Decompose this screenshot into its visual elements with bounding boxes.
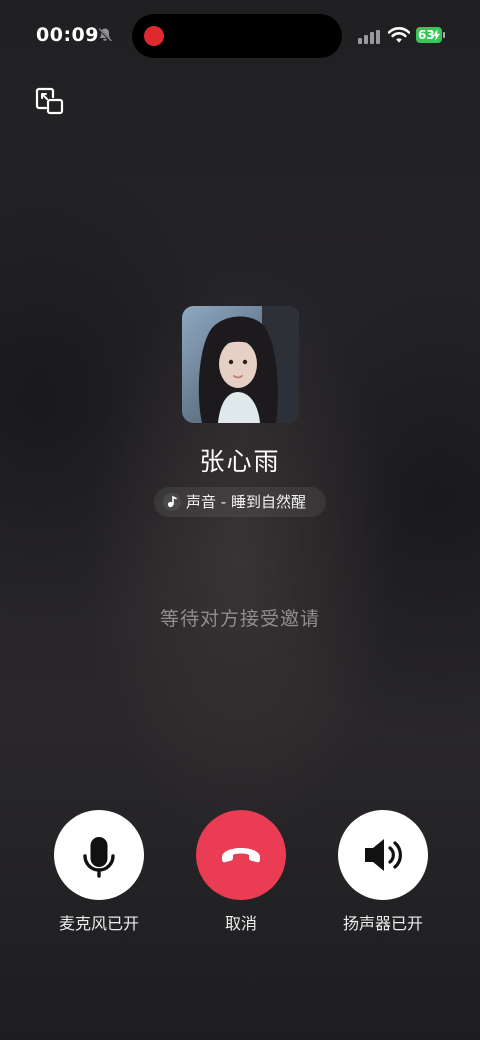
wifi-icon: [388, 27, 410, 43]
speaker-icon: [365, 839, 402, 871]
charging-bolt-icon: [433, 29, 440, 41]
avatar-photo: [182, 306, 299, 423]
microphone-button[interactable]: [54, 810, 144, 900]
bell-muted-icon: [98, 28, 112, 42]
status-bar: 00:09 63: [0, 0, 480, 72]
microphone-label: 麦克风已开: [58, 914, 139, 933]
phone-hangup-icon: [222, 848, 260, 863]
contact-name: 张心雨: [199, 447, 281, 476]
minimize-window-icon[interactable]: [34, 86, 66, 118]
battery-level: 63: [418, 28, 435, 42]
dynamic-island: [132, 14, 342, 58]
speaker-button[interactable]: [338, 810, 428, 900]
status-time: 00:09: [36, 24, 99, 46]
music-note-icon: [163, 493, 181, 511]
battery-indicator: 63: [416, 27, 442, 43]
microphone-icon: [83, 837, 115, 878]
recording-indicator: [144, 26, 164, 46]
speaker-label: 扬声器已开: [342, 914, 423, 933]
cancel-call-label: 取消: [224, 914, 257, 933]
contact-avatar: [182, 306, 299, 423]
music-status-pill[interactable]: 声音 - 睡到自然醒: [154, 487, 326, 517]
battery-cap: [443, 32, 445, 38]
music-status-text: 声音 - 睡到自然醒: [186, 493, 306, 511]
waiting-status-text: 等待对方接受邀请: [159, 608, 320, 630]
cancel-call-button[interactable]: [196, 810, 286, 900]
cellular-signal-icon: [358, 30, 380, 44]
